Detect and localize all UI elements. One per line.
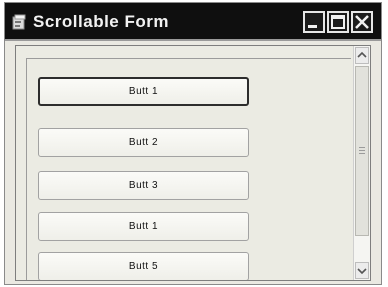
- button-3[interactable]: Butt 3: [38, 171, 249, 200]
- button-4[interactable]: Butt 1: [38, 212, 249, 241]
- form-app-icon: [12, 14, 26, 30]
- app-window: Scrollable Form Butt 1 Butt 2 Butt 3 But…: [4, 2, 382, 285]
- grip-line: [359, 153, 365, 154]
- minimize-button[interactable]: [303, 11, 325, 33]
- maximize-button[interactable]: [327, 11, 349, 33]
- grip-line: [359, 150, 365, 151]
- minimize-icon: [308, 25, 317, 28]
- button-1[interactable]: Butt 1: [38, 77, 249, 106]
- scrollable-client-area[interactable]: Butt 1 Butt 2 Butt 3 Butt 1 Butt 5: [15, 45, 371, 281]
- grip-line: [359, 147, 365, 148]
- scroll-down-button[interactable]: [355, 262, 369, 279]
- close-button[interactable]: [351, 11, 373, 33]
- maximize-icon: [331, 15, 345, 29]
- button-5[interactable]: Butt 5: [38, 252, 249, 280]
- vertical-scrollbar[interactable]: [353, 46, 370, 280]
- close-icon: [355, 15, 369, 29]
- scroll-up-arrow-icon: [357, 51, 367, 58]
- window-title: Scrollable Form: [33, 12, 169, 31]
- scroll-down-arrow-icon: [357, 268, 367, 275]
- button-2[interactable]: Butt 2: [38, 128, 249, 157]
- scroll-up-button[interactable]: [355, 47, 369, 64]
- title-bar[interactable]: Scrollable Form: [5, 3, 381, 41]
- scroll-thumb[interactable]: [355, 66, 369, 236]
